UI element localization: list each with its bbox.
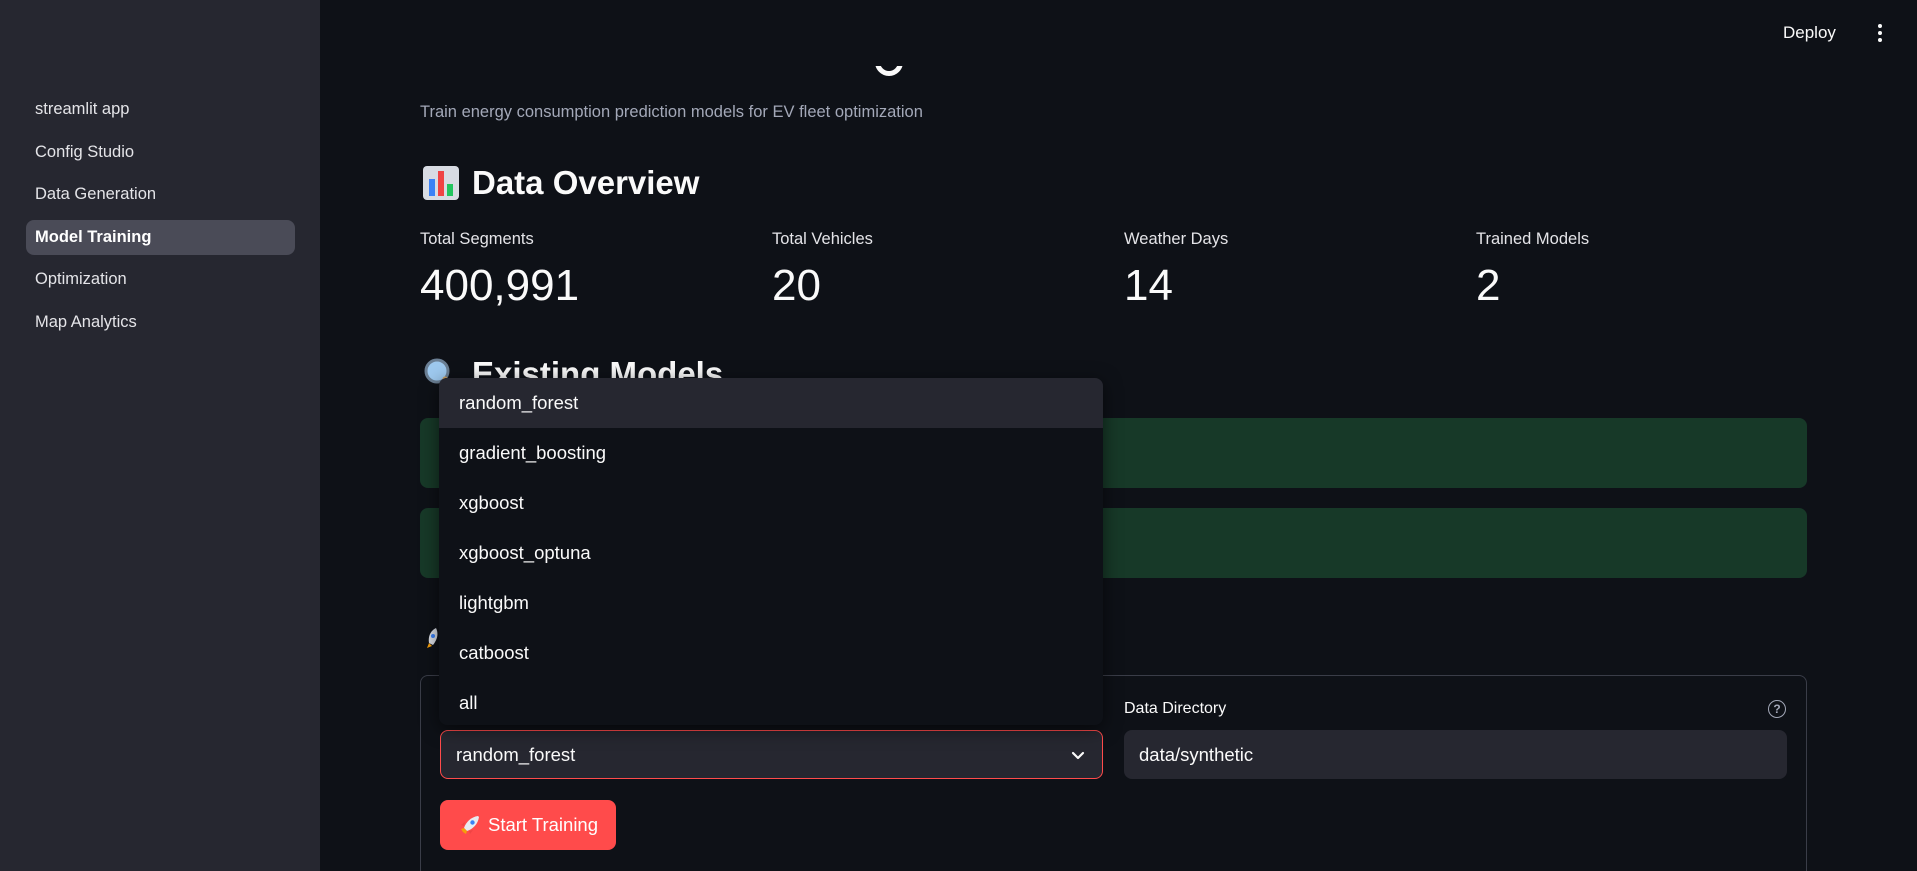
data-directory-input[interactable]: data/synthetic [1124, 730, 1787, 779]
metric-total-vehicles: Total Vehicles 20 [772, 230, 873, 311]
section-title: Data Overview [472, 164, 700, 201]
sidebar-item-streamlit-app[interactable]: streamlit app [26, 92, 295, 127]
start-training-button[interactable]: Start Training [440, 800, 616, 850]
sidebar-item-optimization[interactable]: Optimization [26, 262, 295, 297]
sidebar-item-label: streamlit app [35, 100, 130, 118]
deploy-button[interactable]: Deploy [1783, 18, 1836, 48]
metric-trained-models: Trained Models 2 [1476, 230, 1589, 311]
model-type-dropdown: random_forest gradient_boosting xgboost … [439, 378, 1103, 725]
metric-value: 400,991 [420, 261, 580, 310]
rocket-icon [460, 816, 479, 834]
kebab-icon[interactable] [1872, 20, 1888, 46]
button-label: Start Training [487, 814, 599, 835]
dropdown-option[interactable]: xgboost [439, 478, 1103, 528]
sidebar-item-label: Optimization [35, 270, 127, 288]
input-value: data/synthetic [1139, 743, 1254, 765]
sidebar-item-map-analytics[interactable]: Map Analytics [26, 305, 295, 340]
metric-label: Weather Days [1124, 230, 1229, 248]
dropdown-option[interactable]: xgboost_optuna [439, 528, 1103, 578]
page-title-fragment [875, 66, 905, 78]
metric-total-segments: Total Segments 400,991 [420, 230, 579, 311]
sidebar-item-data-generation[interactable]: Data Generation [26, 177, 295, 212]
metric-label: Trained Models [1476, 230, 1590, 248]
dropdown-option[interactable]: lightgbm [439, 578, 1103, 628]
sidebar-item-label: Data Generation [35, 185, 157, 203]
dropdown-option[interactable]: all [439, 678, 1103, 725]
metric-value: 20 [772, 261, 821, 310]
metric-weather-days: Weather Days 14 [1124, 230, 1228, 311]
data-overview-heading: Data Overview [422, 164, 699, 202]
help-icon[interactable]: ? [1768, 700, 1786, 718]
rocket-icon [427, 628, 438, 648]
metric-value: 2 [1476, 261, 1501, 310]
dropdown-option[interactable]: random_forest [439, 378, 1103, 428]
dropdown-option[interactable]: catboost [439, 628, 1103, 678]
sidebar-item-model-training[interactable]: Model Training [26, 219, 295, 255]
chevron-down-icon [1071, 751, 1085, 760]
select-value: random_forest [456, 743, 576, 765]
metric-label: Total Segments [420, 230, 534, 248]
metric-value: 14 [1124, 261, 1173, 310]
sidebar-item-label: Map Analytics [35, 312, 137, 331]
data-directory-label: Data Directory [1124, 700, 1227, 717]
sidebar-nav: streamlit app Config Studio Data Generat… [26, 92, 295, 347]
metric-label: Total Vehicles [772, 230, 873, 248]
model-type-select[interactable]: random_forest [440, 730, 1103, 779]
bar-chart-icon [423, 166, 459, 200]
page-subtitle: Train energy consumption prediction mode… [420, 103, 923, 121]
sidebar-item-config-studio[interactable]: Config Studio [26, 135, 295, 170]
sidebar-item-label: Model Training [35, 227, 152, 246]
sidebar: streamlit app Config Studio Data Generat… [0, 0, 320, 871]
sidebar-item-label: Config Studio [35, 142, 135, 161]
dropdown-option[interactable]: gradient_boosting [439, 428, 1103, 478]
